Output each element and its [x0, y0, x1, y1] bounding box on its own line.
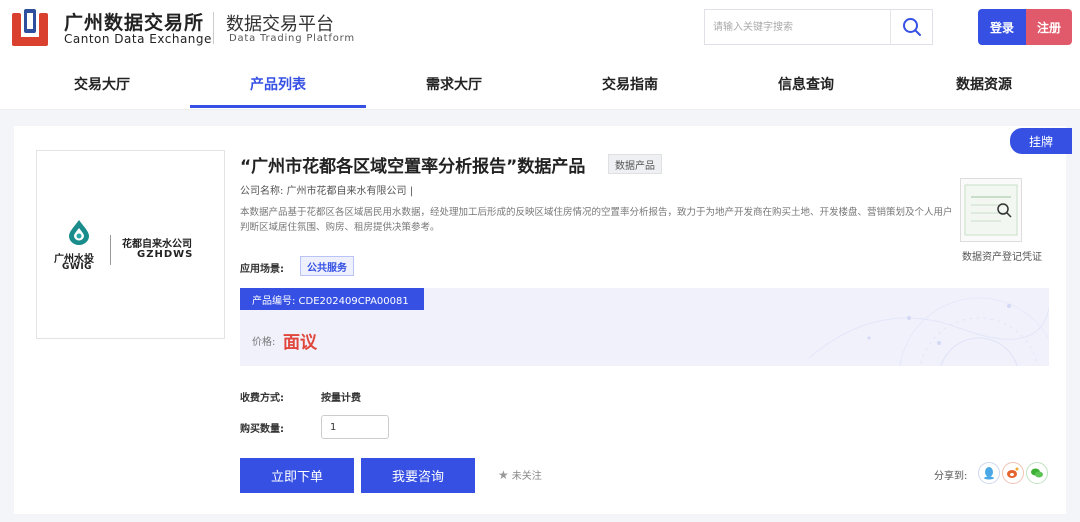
nav-item-info-query[interactable]: 信息查询 [718, 58, 894, 110]
search-icon [902, 18, 921, 36]
nav-item-trading-guide[interactable]: 交易指南 [542, 58, 718, 110]
listed-tag: 挂牌 [1010, 128, 1072, 154]
nav-item-data-resources[interactable]: 数据资源 [896, 58, 1072, 110]
nav-item-product-list[interactable]: 产品列表 [190, 58, 366, 110]
logo-divider [110, 235, 111, 265]
nav-active-indicator [190, 105, 366, 108]
star-icon: ★ [498, 467, 509, 482]
fee-value: 按量计费 [321, 393, 361, 404]
certificate-label: 数据资产登记凭证 [962, 252, 1042, 263]
follow-label: 未关注 [511, 471, 542, 482]
provider-company-en: GZHDWS [137, 249, 194, 260]
nav-item-trading-hall[interactable]: 交易大厅 [14, 58, 190, 110]
search-input[interactable] [705, 10, 889, 44]
wechat-share-icon[interactable] [1026, 462, 1048, 484]
price-value: 面议 [283, 333, 317, 353]
site-header: 广州数据交易所 Canton Data Exchange 数据交易平台 Data… [0, 0, 1080, 58]
register-button[interactable]: 注册 [1026, 9, 1072, 45]
cde-logo-icon[interactable] [12, 9, 50, 47]
product-title: “广州市花都各区域空置率分析报告”数据产品 [240, 157, 586, 177]
asset-certificate-thumbnail[interactable] [960, 178, 1022, 242]
share-label: 分享到: [934, 471, 968, 482]
price-label: 价格: [252, 337, 276, 348]
login-button[interactable]: 登录 [978, 9, 1026, 45]
price-panel: 产品编号: CDE202409CPA00081 价格: 面议 [240, 288, 1049, 366]
weibo-share-icon[interactable] [1002, 462, 1024, 484]
product-code: 产品编号: CDE202409CPA00081 [240, 288, 424, 310]
provider-company-cn: 花都自来水公司 [122, 239, 192, 250]
company-name: 公司名称: 广州市花都自来水有限公司 | [240, 186, 414, 197]
search-button[interactable] [890, 10, 932, 44]
certificate-icon [964, 184, 1018, 236]
fee-label: 收费方式: [240, 393, 284, 404]
consult-button[interactable]: 我要咨询 [361, 458, 475, 493]
decorative-lines [808, 297, 1049, 366]
scene-label: 应用场景: [240, 264, 284, 275]
brand-divider [213, 12, 214, 44]
brand-name-cn: 广州数据交易所 [64, 12, 205, 34]
platform-title-en: Data Trading Platform [229, 33, 355, 44]
brand-name-en: Canton Data Exchange [64, 32, 212, 46]
follow-button[interactable]: ★ 未关注 [498, 467, 542, 483]
order-now-button[interactable]: 立即下单 [240, 458, 354, 493]
scene-tag[interactable]: 公共服务 [300, 256, 354, 276]
quantity-label: 购买数量: [240, 424, 284, 435]
main-nav: 交易大厅 产品列表 需求大厅 交易指南 信息查询 数据资源 [0, 58, 1080, 110]
search-box [704, 9, 933, 45]
quantity-input[interactable] [321, 415, 389, 439]
nav-item-demand-hall[interactable]: 需求大厅 [366, 58, 542, 110]
water-drop-logo-icon [69, 220, 89, 245]
provider-logo-panel: 广州水投 GWIG 花都自来水公司 GZHDWS [36, 150, 225, 339]
product-description: 本数据产品基于花都区各区域居民用水数据，经处理加工后形成的反映区域住房情况的空置… [240, 207, 953, 233]
qq-share-icon[interactable] [978, 462, 1000, 484]
product-card: 挂牌 广州水投 GWIG 花都自来水公司 GZHDWS “广州市花都各区域空置率… [14, 126, 1072, 514]
product-type-badge: 数据产品 [608, 154, 662, 174]
provider-brand-en: GWIG [62, 262, 93, 272]
